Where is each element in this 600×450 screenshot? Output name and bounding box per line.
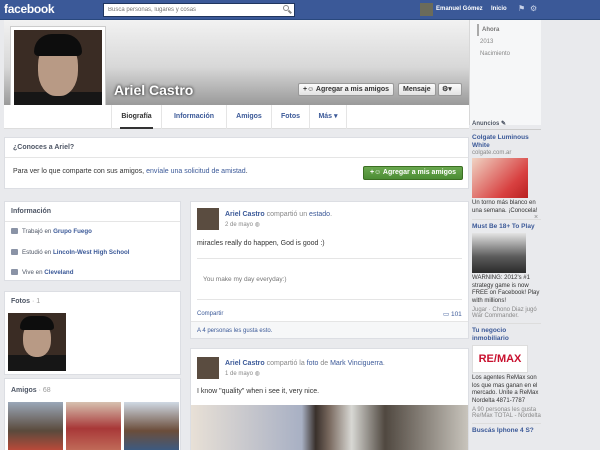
know-box-title: ¿Conoces a Ariel? [13,144,75,151]
shared-photo[interactable] [191,405,468,450]
profile-name[interactable]: Ariel Castro [114,82,193,98]
info-row-school: Estudió en Lincoln-West High School [11,249,130,256]
year-2013[interactable]: 2013 [477,36,533,48]
add-friend-icon: +☺ [303,86,316,93]
work-link[interactable]: Grupo Fuego [53,228,92,235]
share-link[interactable]: Compartir [197,311,223,317]
ad-image[interactable] [472,233,526,273]
profile-settings-button[interactable]: ⚙▾ [438,83,462,96]
year-birth[interactable]: Nacimiento [477,48,533,60]
divider [5,157,468,158]
post-target-user-link[interactable]: Mark Vinciguerra [330,360,383,367]
search-icon[interactable] [281,4,293,16]
school-icon [11,249,18,255]
ad-image[interactable] [472,158,528,198]
create-ad-icon: ✎ [501,121,507,127]
divider [5,221,180,222]
comment-icon: ▭ [443,311,451,318]
ads-column: Anuncios ✎ Colgate Luminous White colgat… [472,120,542,435]
home-link[interactable]: Inicio [491,6,507,12]
post-text: miracles really do happen, God is good :… [197,240,325,247]
photo-thumbnail[interactable] [8,313,66,371]
top-bar [0,0,600,20]
tab-biografia[interactable]: Biografía [111,105,161,129]
ad-social-line[interactable]: Jugar · Chono Diaz jugó War Commander. [472,307,542,319]
post-date[interactable]: 1 de mayo ◍ [225,370,260,377]
know-box-text: Para ver lo que comparte con sus amigos,… [13,168,248,175]
post-author-avatar[interactable] [197,208,219,230]
send-request-link[interactable]: envíale una solicitud de amistad [146,168,246,175]
message-button[interactable]: Mensaje [398,83,436,96]
tab-fotos[interactable]: Fotos [271,105,309,129]
shared-status-quote: You make my day everyday:) [197,258,462,300]
post-author-avatar[interactable] [197,357,219,379]
timeline-post: Ariel Castro compartió la foto de Mark V… [190,348,469,450]
timeline-post: Ariel Castro compartió un estado. 2 de m… [190,201,469,339]
photos-card: Fotos · 1 [4,291,181,375]
tab-amigos[interactable]: Amigos [226,105,271,129]
post-text: I know "quality" when i see it, very nic… [197,388,320,395]
add-friend-icon: +☺ [370,169,383,176]
tab-informacion[interactable]: Información [161,105,226,129]
friend-photo[interactable] [124,402,179,450]
briefcase-icon [11,228,18,234]
tab-mas[interactable]: Más ▾ [309,105,347,129]
likes-summary[interactable]: A 4 personas les gusta esto. [197,328,272,334]
photos-title[interactable]: Fotos · 1 [11,298,40,305]
city-link[interactable]: Cleveland [44,269,73,276]
year-now[interactable]: Ahora [477,24,533,36]
friends-title[interactable]: Amigos · 68 [11,387,51,394]
post-author-link[interactable]: Ariel Castro [225,360,265,367]
info-row-city: Vive en Cleveland [11,269,73,276]
globe-icon: ◍ [254,222,260,228]
facebook-logo[interactable]: facebook [4,2,55,16]
ad-iphone[interactable]: Buscás Iphone 4 S? [472,423,542,435]
add-friend-green-button[interactable]: +☺ Agregar a mis amigos [363,166,464,180]
profile-tab-bar: Biografía Información Amigos Fotos Más ▾ [4,105,469,129]
post-header: Ariel Castro compartió un estado. [225,211,333,218]
post-date[interactable]: 2 de mayo ◍ [225,221,260,228]
info-row-work: Trabajó en Grupo Fuego [11,228,92,235]
school-link[interactable]: Lincoln-West High School [53,249,130,256]
friends-card: Amigos · 68 [4,378,181,450]
friend-requests-icon[interactable]: ⚑ [518,5,526,13]
info-title[interactable]: Información [11,208,51,215]
globe-icon: ◍ [254,371,260,377]
know-person-box: ¿Conoces a Ariel? Para ver lo que compar… [4,137,469,189]
ad-strategy-game[interactable]: Must Be 18+ To Play WARNING: 2012's #1 s… [472,219,542,319]
timeline-year-list: Ahora 2013 Nacimiento [477,24,533,60]
info-card: Información Trabajó en Grupo Fuego Estud… [4,201,181,281]
home-icon [11,269,18,275]
settings-gear-icon[interactable]: ⚙ [530,5,538,13]
close-ad-icon[interactable]: × [534,214,538,221]
search-input[interactable] [103,3,295,17]
post-target-link[interactable]: foto [307,360,319,367]
comment-count[interactable]: ▭ 101 [443,310,462,318]
ad-colgate[interactable]: Colgate Luminous White colgate.com.ar Un… [472,134,542,215]
add-friend-button[interactable]: +☺ Agregar a mis amigos [298,83,395,96]
friend-photo[interactable] [66,402,121,450]
ad-remax[interactable]: Tu negocio inmobiliario RE/MAX Los agent… [472,323,542,419]
user-avatar[interactable] [420,3,433,16]
user-name-link[interactable]: Emanuel Gómez [436,6,483,12]
ads-header: Anuncios ✎ [472,120,542,130]
post-target-link[interactable]: estado [309,211,330,218]
chat-sidebar-area [541,20,600,450]
post-author-link[interactable]: Ariel Castro [225,211,265,218]
friend-photo[interactable] [8,402,63,450]
remax-logo[interactable]: RE/MAX [472,345,528,373]
post-header: Ariel Castro compartió la foto de Mark V… [225,360,385,367]
